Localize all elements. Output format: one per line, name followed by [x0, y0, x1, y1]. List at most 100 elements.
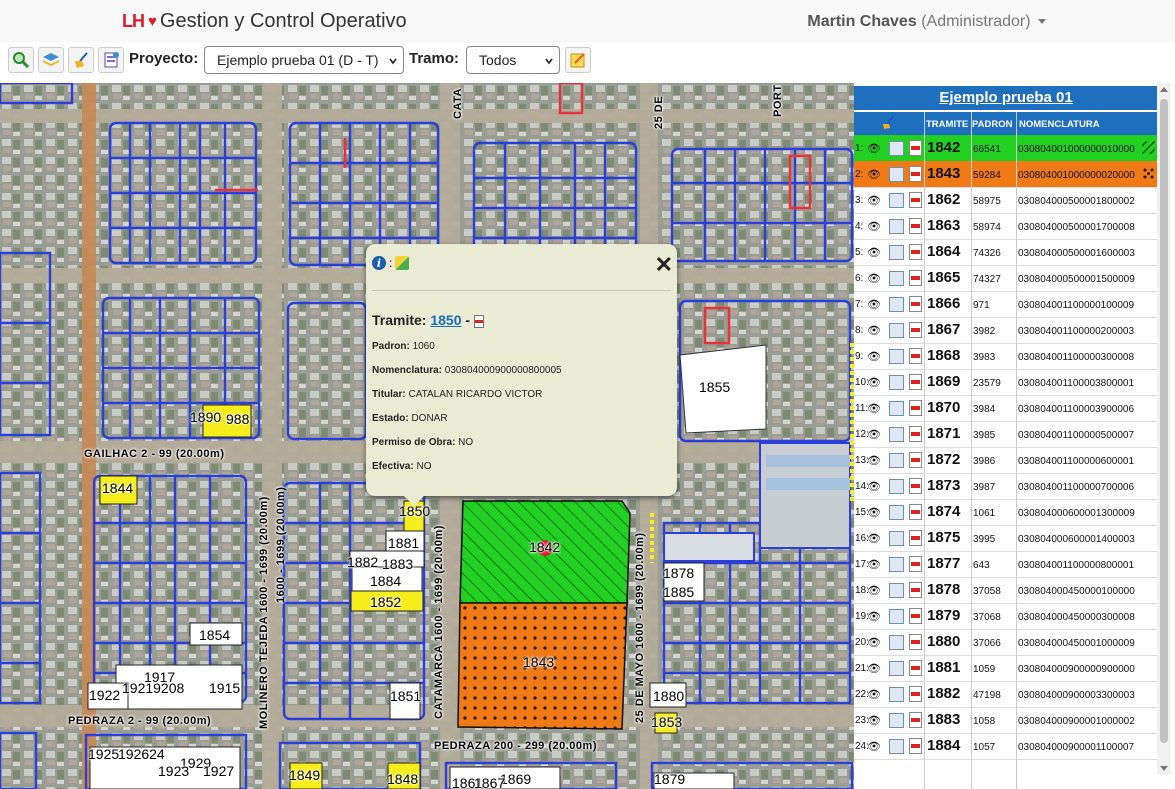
pdf-icon[interactable]: [909, 530, 922, 546]
pdf-icon[interactable]: [909, 296, 922, 312]
pdf-icon[interactable]: [909, 192, 922, 208]
edit-icon[interactable]: [889, 297, 904, 312]
edit-icon[interactable]: [889, 141, 904, 156]
close-icon[interactable]: ✕: [655, 252, 673, 278]
parcel-label[interactable]: 1882: [347, 554, 378, 570]
tramite-row[interactable]: 6: 👁 1865 74327 030804000500001500009: [854, 265, 1158, 292]
pdf-icon[interactable]: [909, 270, 922, 286]
edit-icon[interactable]: [889, 557, 904, 572]
tramite-row[interactable]: 9: 👁 1868 3983 030804001100000300008: [854, 343, 1158, 370]
eye-icon[interactable]: 👁: [867, 714, 881, 727]
pdf-icon[interactable]: [909, 452, 922, 468]
tramite-row[interactable]: 1: 👁 1842 66541 030804001000000010000: [854, 135, 1158, 162]
eye-icon[interactable]: 👁: [867, 532, 881, 545]
eye-icon[interactable]: 👁: [867, 324, 881, 337]
broom-icon[interactable]: [881, 116, 895, 130]
tramite-row[interactable]: 15: 👁 1874 1061 030804000600001300009: [854, 499, 1158, 526]
edit-icon[interactable]: [889, 661, 904, 676]
parcel-label[interactable]: 1890: [190, 409, 221, 425]
pdf-icon[interactable]: [909, 686, 922, 702]
edit-icon[interactable]: [889, 375, 904, 390]
parcel-label[interactable]: 1844: [102, 480, 133, 496]
scroll-up-icon[interactable]: [1160, 87, 1168, 92]
tramite-row[interactable]: 3: 👁 1862 58975 030804000500001800002: [854, 187, 1158, 214]
parcel-label[interactable]: 1922: [89, 687, 120, 703]
tramite-row[interactable]: 5: 👁 1864 74326 030804000500001600003: [854, 239, 1158, 266]
parcel-label[interactable]: 1881: [388, 535, 419, 551]
edit-icon[interactable]: [889, 349, 904, 364]
report-button[interactable]: [98, 47, 124, 73]
map-icon[interactable]: [395, 256, 410, 270]
parcel-label[interactable]: 1885: [663, 584, 694, 600]
pdf-icon[interactable]: [473, 314, 484, 328]
edit-icon[interactable]: [889, 167, 904, 182]
pdf-icon[interactable]: [909, 400, 922, 416]
eye-icon[interactable]: 👁: [867, 168, 881, 181]
parcel-label[interactable]: 1915: [209, 680, 240, 696]
parcel-label[interactable]: 1843: [523, 654, 554, 670]
eye-icon[interactable]: 👁: [867, 610, 881, 623]
clear-button[interactable]: [68, 47, 94, 73]
edit-icon[interactable]: [889, 427, 904, 442]
tramite-row[interactable]: 18: 👁 1878 37058 030804000450000100000: [854, 577, 1158, 604]
edit-icon[interactable]: [889, 583, 904, 598]
pdf-icon[interactable]: [909, 426, 922, 442]
edit-icon[interactable]: [889, 401, 904, 416]
pdf-icon[interactable]: [909, 712, 922, 728]
eye-icon[interactable]: 👁: [867, 194, 881, 207]
parcel-label[interactable]: 1884: [370, 573, 401, 589]
parcel-label[interactable]: 1853: [651, 714, 682, 730]
pdf-icon[interactable]: [909, 348, 922, 364]
eye-icon[interactable]: 👁: [867, 376, 881, 389]
layers-button[interactable]: [38, 47, 64, 73]
panel-scrollbar[interactable]: [1157, 83, 1171, 775]
pdf-icon[interactable]: [909, 582, 922, 598]
pdf-icon[interactable]: [909, 634, 922, 650]
pdf-icon[interactable]: [909, 660, 922, 676]
tramite-row[interactable]: 12: 👁 1871 3985 030804001100000500007: [854, 421, 1158, 448]
edit-icon[interactable]: [889, 219, 904, 234]
parcel-label[interactable]: 1923: [158, 763, 189, 779]
pdf-icon[interactable]: [909, 478, 922, 494]
parcel-label[interactable]: 988: [226, 411, 249, 427]
info-icon[interactable]: i: [372, 256, 386, 270]
user-menu[interactable]: Martin Chaves (Administrador): [807, 13, 1046, 31]
tramite-row[interactable]: 19: 👁 1879 37068 030804000450000300008: [854, 603, 1158, 630]
parcel-label[interactable]: 1849: [289, 767, 320, 783]
edit-icon[interactable]: [889, 271, 904, 286]
edit-icon[interactable]: [889, 505, 904, 520]
eye-icon[interactable]: 👁: [867, 480, 881, 493]
pdf-icon[interactable]: [909, 218, 922, 234]
edit-icon[interactable]: [889, 609, 904, 624]
tramite-row[interactable]: 8: 👁 1867 3982 030804001100000200003: [854, 317, 1158, 344]
parcel-label[interactable]: 19219208: [122, 680, 184, 696]
eye-icon[interactable]: 👁: [867, 506, 881, 519]
parcel-label[interactable]: 1880: [653, 688, 684, 704]
edit-icon[interactable]: [889, 323, 904, 338]
tramite-row[interactable]: 2: 👁 1843 59284 030804001000000020000: [854, 161, 1158, 188]
map-view[interactable]: GAILHAC 2 - 99 (20.00m) PEDRAZA 2 - 99 (…: [0, 83, 854, 789]
pdf-icon[interactable]: [909, 738, 922, 754]
eye-icon[interactable]: 👁: [867, 688, 881, 701]
tramite-row[interactable]: 14: 👁 1873 3987 030804001100000700006: [854, 473, 1158, 500]
tramite-row[interactable]: 16: 👁 1875 3995 030804000600001400003: [854, 525, 1158, 552]
edit-icon[interactable]: [889, 687, 904, 702]
edit-icon[interactable]: [889, 713, 904, 728]
eye-icon[interactable]: 👁: [867, 558, 881, 571]
scroll-down-icon[interactable]: [1160, 766, 1168, 771]
parcel-label[interactable]: 1851: [390, 688, 421, 704]
edit-icon[interactable]: [889, 453, 904, 468]
edit-icon[interactable]: [889, 635, 904, 650]
eye-icon[interactable]: 👁: [867, 220, 881, 233]
tramite-row[interactable]: 7: 👁 1866 971 030804001100000100009: [854, 291, 1158, 318]
tramite-row[interactable]: 17: 👁 1877 643 030804001100000800001: [854, 551, 1158, 578]
parcel-label[interactable]: 1867: [474, 775, 505, 789]
eye-icon[interactable]: 👁: [867, 428, 881, 441]
tramite-row[interactable]: 22: 👁 1882 47198 030804000900003300003: [854, 681, 1158, 708]
pdf-icon[interactable]: [909, 166, 922, 182]
pdf-icon[interactable]: [909, 140, 922, 156]
edit-icon[interactable]: [889, 479, 904, 494]
tramite-row[interactable]: 24: 👁 1884 1057 030804000900001100007: [854, 733, 1158, 760]
eye-icon[interactable]: 👁: [867, 584, 881, 597]
eye-icon[interactable]: 👁: [867, 636, 881, 649]
